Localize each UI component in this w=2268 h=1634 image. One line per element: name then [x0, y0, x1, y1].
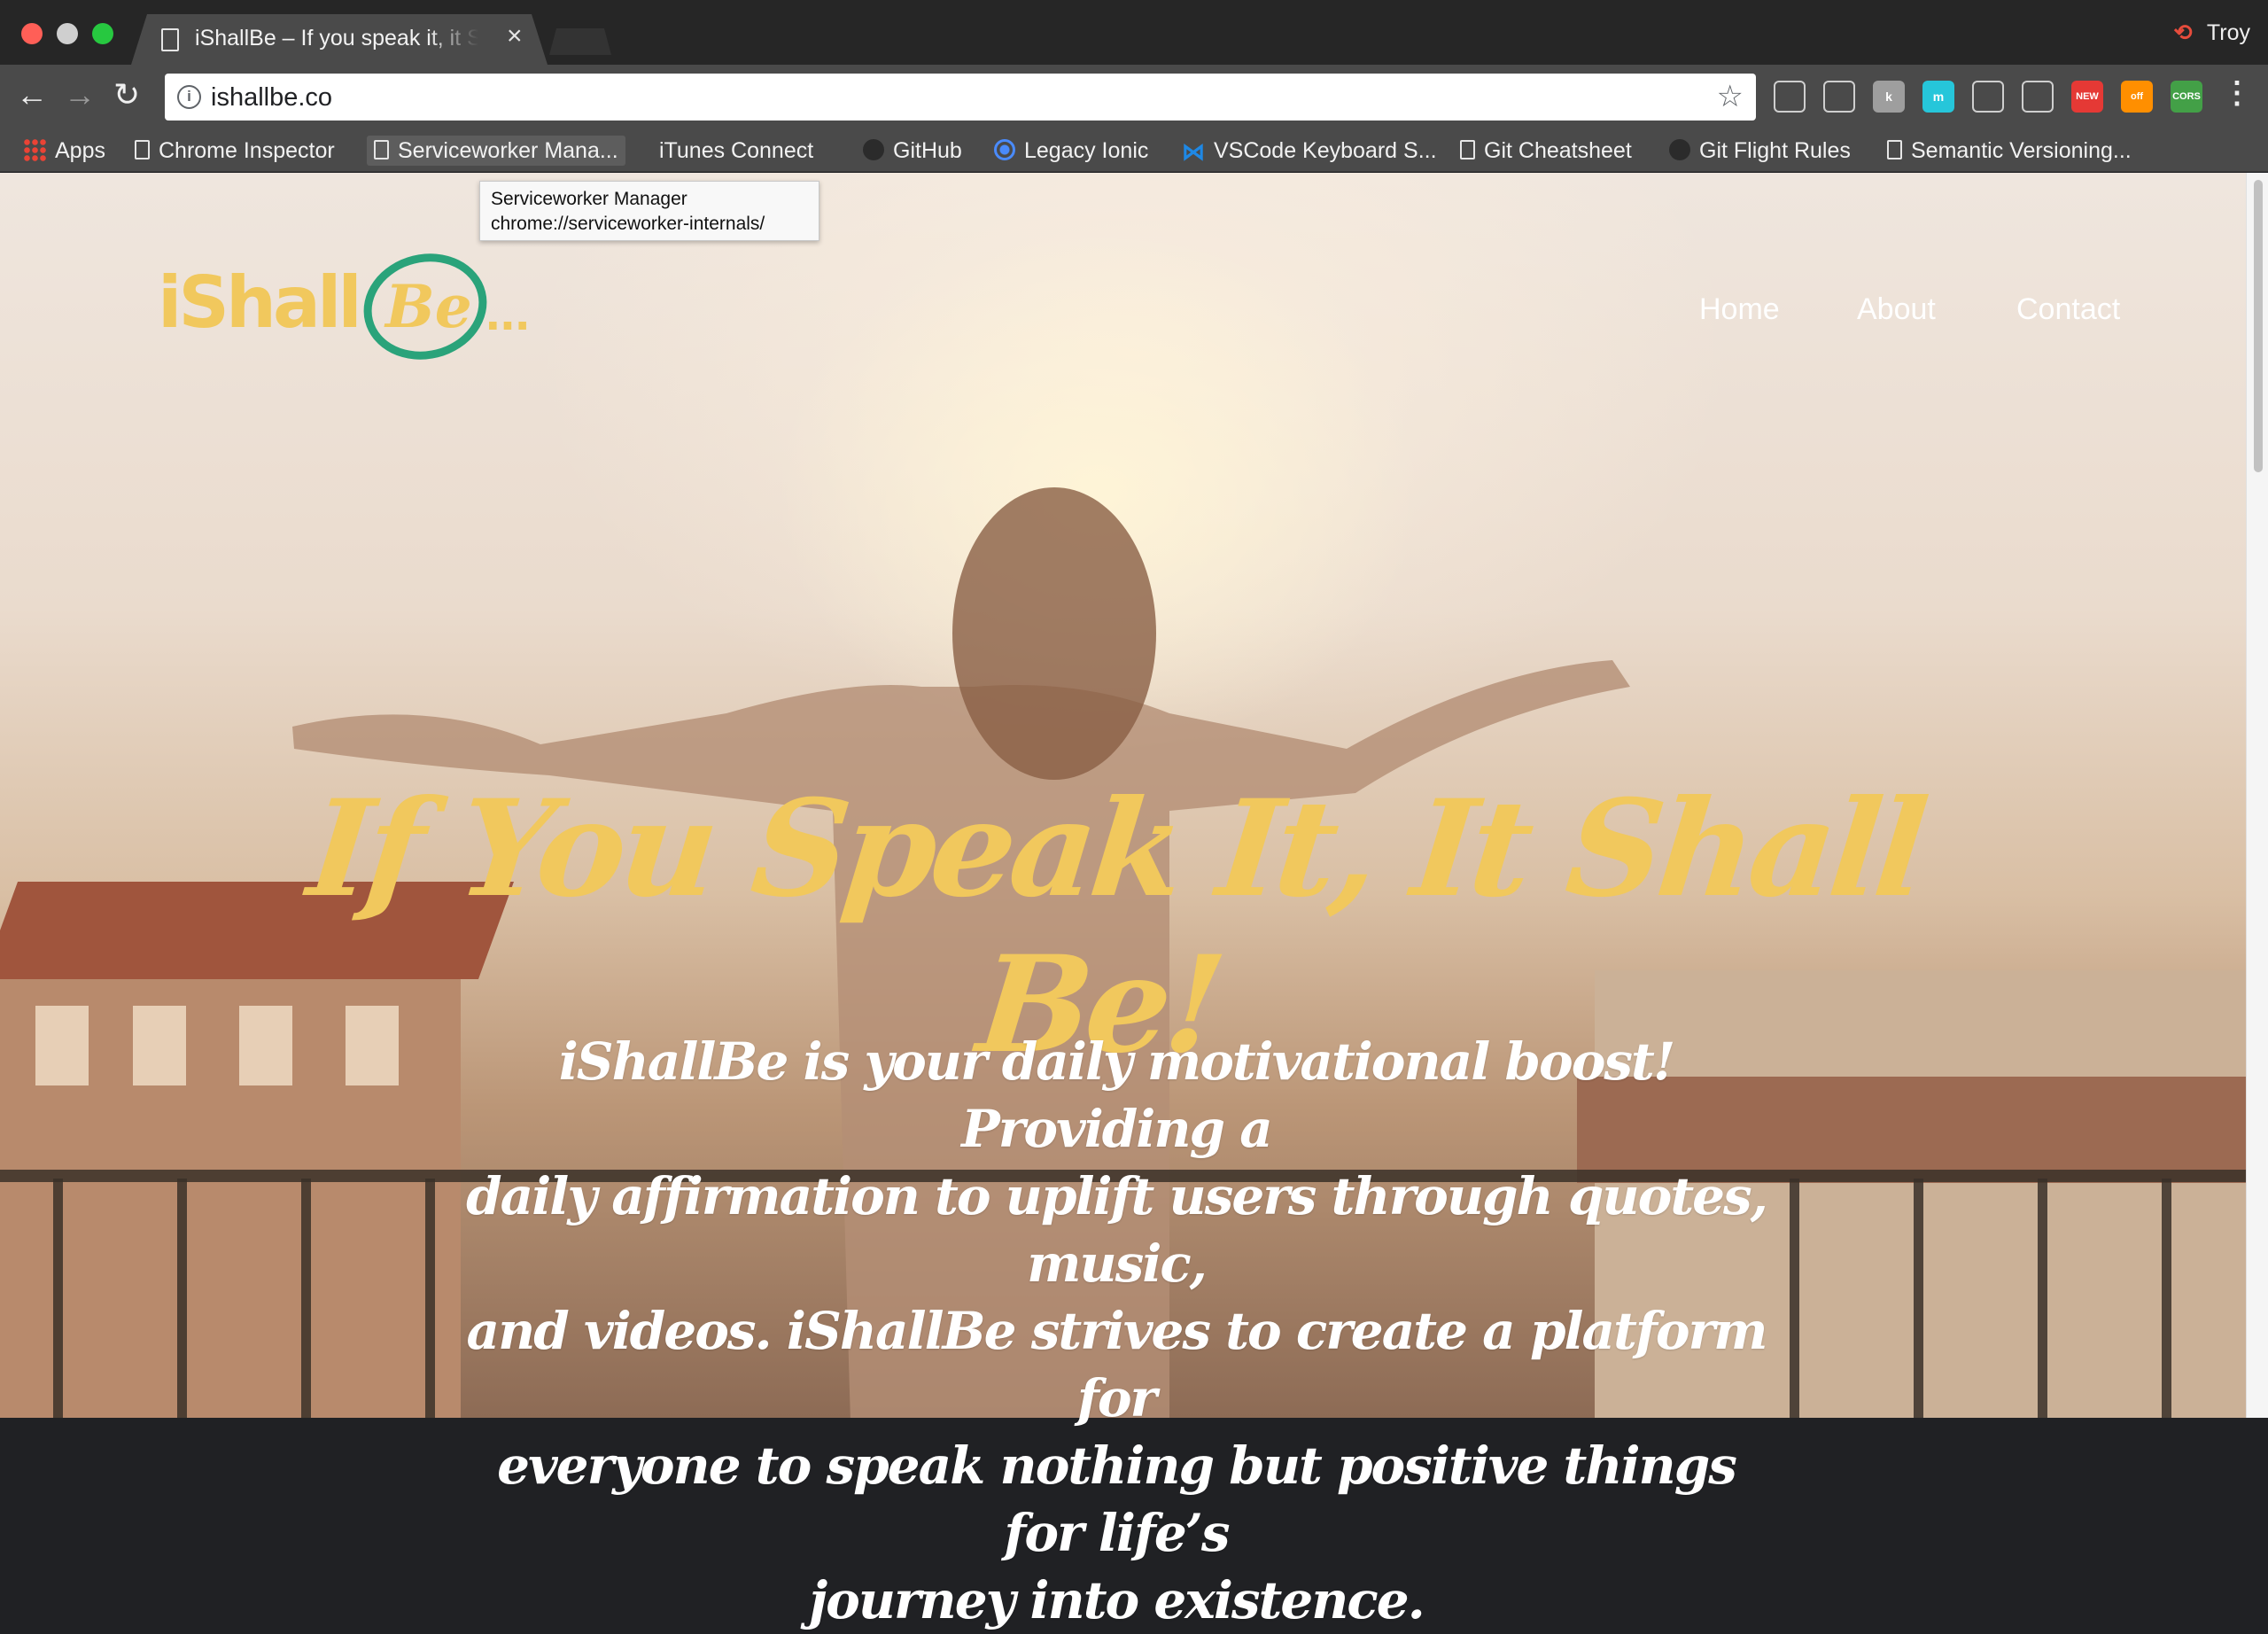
scrollbar-thumb[interactable]: [2254, 180, 2263, 472]
tooltip-url: chrome://serviceworker-internals/: [491, 214, 765, 234]
minimize-window-button[interactable]: [57, 23, 78, 44]
railing-bar: [425, 1179, 435, 1418]
browser-toolbar: ← → ↻ i ishallbe.co ☆ k m NEW off CORS ⋮: [0, 65, 2268, 129]
nav-link-contact[interactable]: Contact: [2016, 292, 2120, 327]
profile-name: Troy: [2206, 20, 2250, 45]
github-icon: [1669, 139, 1690, 161]
tagline-line: journey into existence.: [809, 1570, 1425, 1630]
background-window: [35, 1006, 89, 1085]
bookmark-git-cheatsheet[interactable]: Git Cheatsheet: [1453, 136, 1639, 166]
bookmark-apps[interactable]: Apps: [16, 136, 113, 166]
page-icon: [161, 28, 179, 51]
bookmark-star-icon[interactable]: ☆: [1717, 79, 1744, 114]
onepassword-icon[interactable]: [1972, 81, 2004, 113]
logo-be-text: Be: [385, 272, 472, 341]
bookmark-itunes-connect[interactable]: iTunes Connect: [643, 136, 820, 166]
tagline-line: daily affirmation to uplift users throug…: [466, 1166, 1768, 1294]
evernote-icon[interactable]: [1774, 81, 1806, 113]
bookmark-git-flight-rules[interactable]: Git Flight Rules: [1662, 136, 1858, 166]
bookmark-chrome-inspector[interactable]: Chrome Inspector: [128, 136, 342, 166]
reload-icon[interactable]: ↻: [113, 77, 140, 113]
page-icon: [135, 140, 150, 160]
bookmark-github[interactable]: GitHub: [856, 136, 969, 166]
bookmark-label: Chrome Inspector: [159, 138, 335, 163]
tagline-line: and videos. iShallBe strives to create a…: [466, 1301, 1768, 1428]
bookmark-serviceworker-manager[interactable]: Serviceworker Mana...: [367, 136, 625, 166]
railing-bar: [53, 1179, 63, 1418]
nav-link-about[interactable]: About: [1857, 292, 1936, 327]
bookmark-semantic-versioning[interactable]: Semantic Versioning...: [1880, 136, 2139, 166]
page-scrollbar[interactable]: [2246, 173, 2268, 1418]
tagline-line: everyone to speak nothing but positive t…: [497, 1436, 1737, 1563]
cors-icon[interactable]: CORS: [2171, 81, 2202, 113]
railing-bar: [2038, 1179, 2047, 1418]
bookmarks-bar: Apps Chrome Inspector Serviceworker Mana…: [0, 129, 2268, 172]
forward-arrow-icon[interactable]: →: [64, 77, 96, 113]
logo-text: iShall: [158, 261, 362, 344]
bookmark-vscode-keyboard[interactable]: ⋈ VSCode Keyboard S...: [1175, 136, 1444, 166]
bookmark-label: iTunes Connect: [659, 138, 814, 163]
ext-new-icon[interactable]: NEW: [2071, 81, 2103, 113]
site-logo[interactable]: iShall Be ...: [158, 240, 548, 373]
vscode-icon: ⋈: [1182, 138, 1205, 166]
bookmark-label: Semantic Versioning...: [1911, 138, 2132, 163]
railing-bar: [177, 1179, 187, 1418]
bookmark-label: Git Cheatsheet: [1484, 138, 1632, 163]
maximize-window-button[interactable]: [92, 23, 113, 44]
bookmark-label: Serviceworker Mana...: [398, 138, 618, 163]
bookmark-label: VSCode Keyboard S...: [1214, 138, 1437, 163]
page-icon: [1887, 140, 1902, 160]
ext-off-icon[interactable]: off: [2121, 81, 2153, 113]
page-icon: [374, 140, 389, 160]
close-window-button[interactable]: [21, 23, 43, 44]
github-icon: [863, 139, 884, 161]
sync-error-icon: ⟲: [2173, 20, 2193, 45]
railing-bar: [301, 1179, 311, 1418]
browser-tab-strip: iShallBe – If you speak it, it Shall Be …: [0, 0, 2268, 65]
bookmark-legacy-ionic[interactable]: Legacy Ionic: [987, 136, 1155, 166]
close-tab-icon[interactable]: ×: [507, 23, 523, 50]
apps-grid-icon: [23, 138, 46, 162]
logo-dots: ...: [485, 282, 531, 341]
page-icon: [1460, 140, 1475, 160]
ext-k-icon[interactable]: k: [1873, 81, 1905, 113]
bookmark-label: Legacy Ionic: [1024, 138, 1149, 163]
nav-link-home[interactable]: Home: [1699, 292, 1780, 327]
tab-active[interactable]: iShallBe – If you speak it, it Shall Be …: [131, 14, 548, 65]
bookmark-label: Apps: [55, 138, 105, 163]
railing-bar: [1790, 1179, 1799, 1418]
ext-m-icon[interactable]: m: [1922, 81, 1954, 113]
bookmark-label: Git Flight Rules: [1699, 138, 1851, 163]
back-arrow-icon[interactable]: ←: [16, 77, 48, 113]
railing-bar: [2162, 1179, 2171, 1418]
tooltip-title: Serviceworker Manager: [491, 189, 687, 209]
background-window: [133, 1006, 186, 1085]
new-tab-button[interactable]: [549, 28, 611, 55]
ionic-icon: [994, 139, 1015, 161]
address-bar[interactable]: i ishallbe.co ☆: [165, 74, 1756, 121]
tab-title: iShallBe – If you speak it, it Shall Be: [195, 26, 478, 51]
chrome-menu-icon[interactable]: ⋮: [2222, 75, 2252, 111]
hero-tagline: iShallBe is your daily motivational boos…: [461, 1028, 1772, 1634]
bookmark-label: GitHub: [893, 138, 962, 163]
profile-button[interactable]: ⟲ Troy: [2173, 19, 2250, 46]
url-text[interactable]: ishallbe.co: [211, 83, 332, 113]
dropbox-icon[interactable]: [2022, 81, 2054, 113]
railing-bar: [1914, 1179, 1923, 1418]
site-info-icon[interactable]: i: [177, 85, 201, 109]
bookmark-tooltip: Serviceworker Manager chrome://servicewo…: [479, 181, 819, 241]
tagline-line: iShallBe is your daily motivational boos…: [558, 1031, 1676, 1159]
cast-icon[interactable]: [1823, 81, 1855, 113]
